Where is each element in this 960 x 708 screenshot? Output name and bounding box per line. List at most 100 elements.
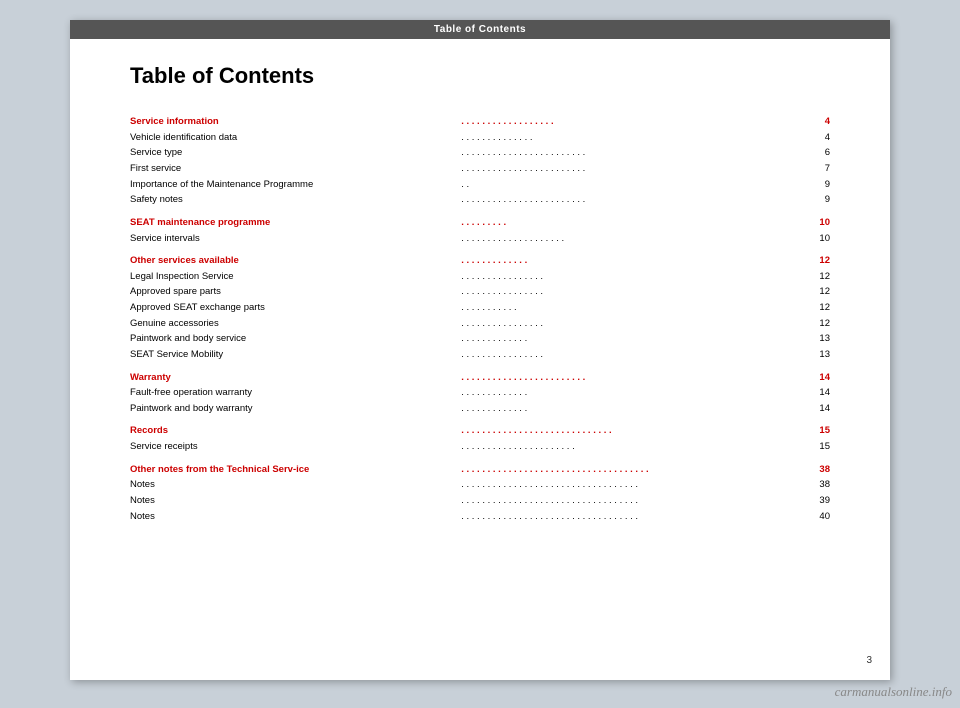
toc-dots: . . . . . . . . . . . . . (461, 385, 800, 401)
toc-label: SEAT maintenance programme (130, 208, 461, 230)
page-number: 3 (866, 655, 872, 666)
toc-label: Records (130, 416, 461, 438)
toc-dots: . . (461, 177, 800, 193)
toc-dots: . . . . . . . . . (461, 208, 800, 230)
toc-dots: . . . . . . . . . . . . . . . . . . . . … (461, 161, 800, 177)
toc-label: Paintwork and body warranty (130, 401, 461, 417)
toc-label: Notes (130, 493, 461, 509)
toc-page: 15 (800, 416, 830, 438)
toc-label: First service (130, 161, 461, 177)
toc-row: Warranty . . . . . . . . . . . . . . . .… (130, 363, 830, 385)
toc-dots: . . . . . . . . . . . . . . . . . . . . … (461, 439, 800, 455)
toc-page: 12 (800, 246, 830, 268)
toc-row: Approved spare parts . . . . . . . . . .… (130, 284, 830, 300)
toc-page: 14 (800, 385, 830, 401)
toc-label: SEAT Service Mobility (130, 347, 461, 363)
toc-page: 38 (800, 477, 830, 493)
header-label: Table of Contents (434, 24, 526, 35)
toc-label: Other services available (130, 246, 461, 268)
toc-label: Approved SEAT exchange parts (130, 300, 461, 316)
toc-page: 39 (800, 493, 830, 509)
toc-page: 7 (800, 161, 830, 177)
toc-page: 12 (800, 316, 830, 332)
toc-dots: . . . . . . . . . . . . . . (461, 129, 800, 145)
toc-dots: . . . . . . . . . . . . . . . . (461, 268, 800, 284)
toc-label: Fault-free operation warranty (130, 385, 461, 401)
toc-label: Service intervals (130, 230, 461, 246)
toc-row: Approved SEAT exchange parts . . . . . .… (130, 300, 830, 316)
toc-page: 14 (800, 363, 830, 385)
toc-page: 38 (800, 455, 830, 477)
toc-page: 9 (800, 177, 830, 193)
toc-label: Other notes from the Technical Serv-ice (130, 455, 461, 477)
toc-row: Legal Inspection Service . . . . . . . .… (130, 268, 830, 284)
toc-label: Approved spare parts (130, 284, 461, 300)
toc-page: 10 (800, 208, 830, 230)
toc-dots: . . . . . . . . . . . (461, 300, 800, 316)
watermark: carmanualsonline.info (835, 684, 952, 700)
toc-page: 13 (800, 347, 830, 363)
toc-dots: . . . . . . . . . . . . . . . . . . (461, 107, 800, 129)
toc-page: 14 (800, 401, 830, 417)
toc-dots: . . . . . . . . . . . . . . . . (461, 347, 800, 363)
toc-page: 4 (800, 129, 830, 145)
toc-row: Importance of the Maintenance Programme … (130, 177, 830, 193)
toc-row: Records . . . . . . . . . . . . . . . . … (130, 416, 830, 438)
toc-dots: . . . . . . . . . . . . . . . . . . . . … (461, 363, 800, 385)
toc-row: Service type . . . . . . . . . . . . . .… (130, 145, 830, 161)
toc-page: 12 (800, 284, 830, 300)
toc-label: Warranty (130, 363, 461, 385)
toc-page: 6 (800, 145, 830, 161)
page-title: Table of Contents (130, 63, 830, 89)
toc-dots: . . . . . . . . . . . . . . . . (461, 316, 800, 332)
toc-row: Notes . . . . . . . . . . . . . . . . . … (130, 477, 830, 493)
toc-row: SEAT Service Mobility . . . . . . . . . … (130, 347, 830, 363)
toc-label: Service receipts (130, 439, 461, 455)
toc-dots: . . . . . . . . . . . . . . . . . . . . … (461, 493, 800, 509)
toc-label: Legal Inspection Service (130, 268, 461, 284)
toc-dots: . . . . . . . . . . . . . . . . . . . . … (461, 477, 800, 493)
toc-page: 15 (800, 439, 830, 455)
toc-page: 40 (800, 508, 830, 524)
toc-label: Notes (130, 477, 461, 493)
header-bar: Table of Contents (70, 20, 890, 39)
toc-row: Service receipts . . . . . . . . . . . .… (130, 439, 830, 455)
content: Table of Contents Service information . … (70, 39, 890, 564)
toc-dots: . . . . . . . . . . . . . . . . . . . . … (461, 508, 800, 524)
toc-page: 10 (800, 230, 830, 246)
toc-dots: . . . . . . . . . . . . . . . . . . . . … (461, 145, 800, 161)
toc-dots: . . . . . . . . . . . . . . . . (461, 284, 800, 300)
toc-row: Genuine accessories . . . . . . . . . . … (130, 316, 830, 332)
toc-page: 13 (800, 331, 830, 347)
toc-row: Notes . . . . . . . . . . . . . . . . . … (130, 493, 830, 509)
toc-row: Fault-free operation warranty . . . . . … (130, 385, 830, 401)
toc-dots: . . . . . . . . . . . . . . . . . . . . … (461, 455, 800, 477)
toc-row: Notes . . . . . . . . . . . . . . . . . … (130, 508, 830, 524)
toc-label: Importance of the Maintenance Programme (130, 177, 461, 193)
toc-label: Safety notes (130, 192, 461, 208)
toc-label: Paintwork and body service (130, 331, 461, 347)
toc-row: Paintwork and body service . . . . . . .… (130, 331, 830, 347)
toc-row: Service intervals . . . . . . . . . . . … (130, 230, 830, 246)
toc-row: Other notes from the Technical Serv-ice … (130, 455, 830, 477)
toc-page: 12 (800, 268, 830, 284)
toc-row: Vehicle identification data . . . . . . … (130, 129, 830, 145)
toc-dots: . . . . . . . . . . . . . (461, 401, 800, 417)
toc-row: SEAT maintenance programme . . . . . . .… (130, 208, 830, 230)
toc-label: Vehicle identification data (130, 129, 461, 145)
toc-label: Genuine accessories (130, 316, 461, 332)
toc-page: 9 (800, 192, 830, 208)
toc-label: Service type (130, 145, 461, 161)
toc-label: Notes (130, 508, 461, 524)
toc-table: Service information . . . . . . . . . . … (130, 107, 830, 524)
toc-row: First service . . . . . . . . . . . . . … (130, 161, 830, 177)
page-container: Table of Contents Table of Contents Serv… (70, 20, 890, 680)
toc-row: Safety notes . . . . . . . . . . . . . .… (130, 192, 830, 208)
toc-row: Service information . . . . . . . . . . … (130, 107, 830, 129)
toc-dots: . . . . . . . . . . . . . . . . . . . . (461, 230, 800, 246)
toc-label: Service information (130, 107, 461, 129)
toc-dots: . . . . . . . . . . . . . . . . . . . . … (461, 416, 800, 438)
toc-row: Paintwork and body warranty . . . . . . … (130, 401, 830, 417)
toc-dots: . . . . . . . . . . . . . (461, 246, 800, 268)
toc-dots: . . . . . . . . . . . . . (461, 331, 800, 347)
